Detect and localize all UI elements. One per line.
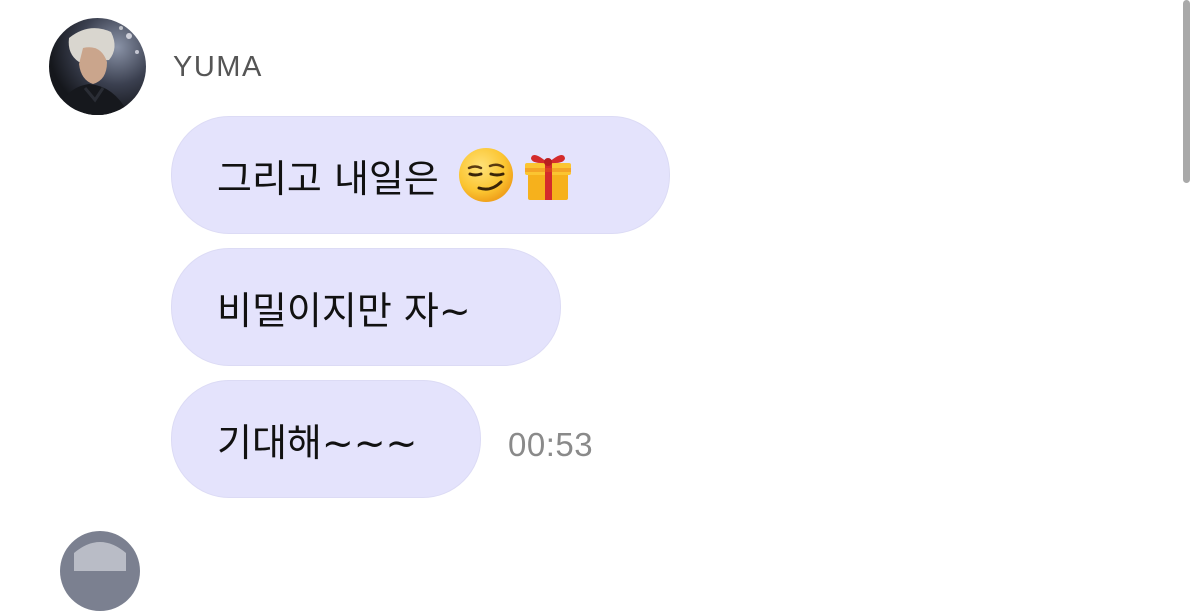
wrapped-gift-icon	[519, 146, 577, 204]
smirking-face-icon	[457, 146, 515, 204]
message-text: 기대해~~~	[217, 420, 418, 465]
profile-photo-icon	[49, 18, 146, 115]
sender-name: YUMA	[173, 51, 263, 83]
message-bubble[interactable]: 그리고 내일은	[171, 116, 670, 234]
message-text: 비밀이지만 자~	[217, 288, 471, 333]
message-text: 그리고 내일은	[217, 156, 439, 201]
sender-avatar[interactable]	[49, 18, 146, 115]
scrollbar[interactable]	[1183, 0, 1190, 183]
message-bubble[interactable]: 비밀이지만 자~	[171, 248, 561, 366]
next-sender-avatar[interactable]	[60, 531, 140, 611]
profile-photo-icon	[60, 531, 140, 611]
message-bubble[interactable]: 기대해~~~	[171, 380, 481, 498]
message-timestamp: 00:53	[508, 426, 594, 463]
